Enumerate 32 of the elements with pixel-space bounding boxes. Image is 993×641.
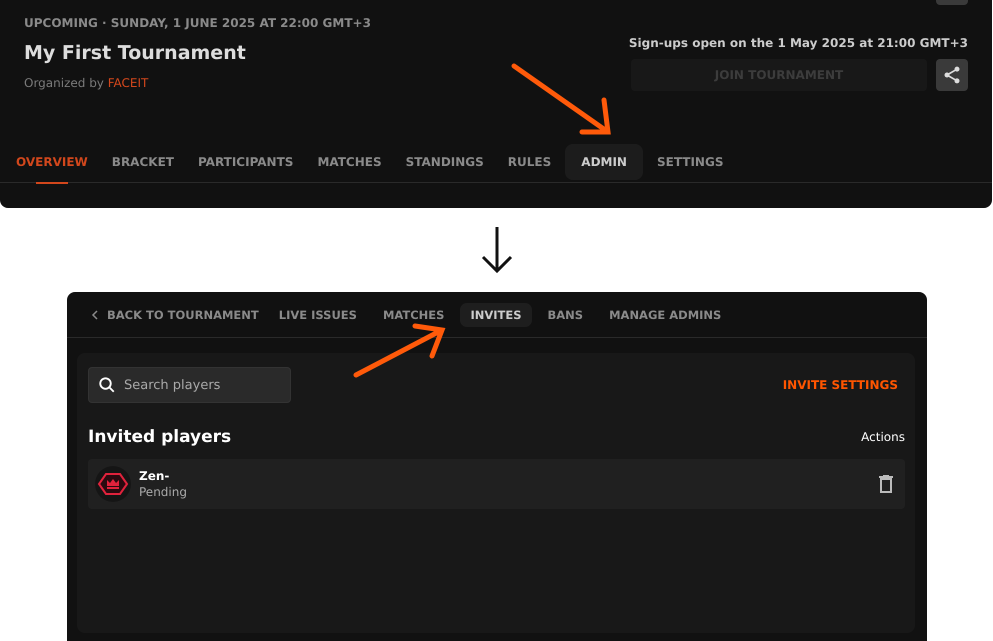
- section-tab[interactable]: LIVE ISSUES: [278, 302, 357, 326]
- section-tab[interactable]: INVITES: [460, 302, 532, 326]
- back-link[interactable]: BACK TO TOURNAMENT: [91, 308, 259, 322]
- avatar-icon: [95, 466, 131, 502]
- organizer-text: Organized by FACEIT: [24, 76, 150, 90]
- nav-tab[interactable]: PARTICIPANTS: [198, 144, 294, 180]
- section-tab[interactable]: MANAGE ADMINS: [609, 302, 722, 326]
- invite-status: Pending: [139, 485, 188, 499]
- section-tab[interactable]: MATCHES: [382, 302, 444, 326]
- chevron-left-icon: [91, 310, 99, 320]
- active-underline: [36, 182, 68, 184]
- event-date: UPCOMING · SUNDAY, 1 JUNE 2025 AT 22:00 GMT+3: [24, 16, 371, 30]
- nav-tab[interactable]: SETTINGS: [656, 144, 724, 180]
- search-icon: [98, 376, 116, 394]
- invite-settings-link[interactable]: INVITE SETTINGS: [782, 378, 898, 392]
- share-button[interactable]: [936, 59, 968, 91]
- trash-icon[interactable]: [879, 475, 893, 493]
- player-name: Zen-: [139, 469, 170, 483]
- nav-tab[interactable]: MATCHES: [317, 144, 382, 180]
- nav-tab[interactable]: OVERVIEW: [16, 144, 88, 180]
- share-icon: [942, 65, 962, 85]
- nav-tab[interactable]: STANDINGS: [406, 144, 484, 180]
- search-field[interactable]: Search players: [88, 367, 291, 403]
- column-header: Actions: [861, 430, 905, 444]
- nav-tab[interactable]: RULES: [508, 144, 552, 180]
- tournament-title: My First Tournament: [24, 42, 247, 64]
- organizer-link[interactable]: FACEIT: [108, 76, 148, 90]
- section-title: Invited players: [88, 427, 232, 447]
- section-tab[interactable]: BANS: [548, 302, 584, 326]
- signup-note: Sign-ups open on the 1 May 2025 at 21:00 GMT+3: [628, 36, 968, 50]
- nav-tab[interactable]: BRACKET: [112, 144, 174, 180]
- nav-tab[interactable]: ADMIN: [565, 144, 643, 180]
